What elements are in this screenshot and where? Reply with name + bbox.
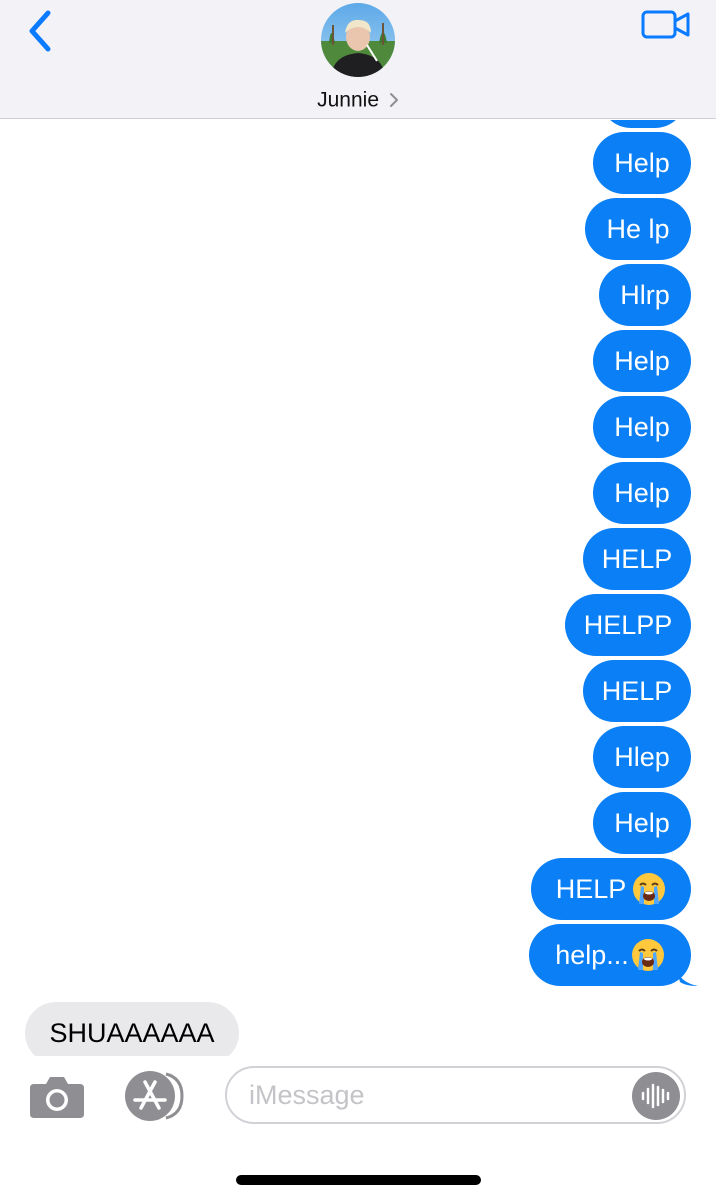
bubble-tail bbox=[676, 966, 698, 986]
message-text: Help bbox=[614, 807, 670, 838]
message-bubble-sent[interactable]: HELP bbox=[531, 858, 691, 920]
message-text: Help bbox=[614, 147, 670, 178]
message-text: Hlrp bbox=[620, 279, 670, 310]
message-bubble-sent[interactable]: HELP bbox=[583, 660, 691, 722]
camera-icon bbox=[30, 1077, 84, 1118]
chevron-right-icon bbox=[389, 93, 398, 108]
message-bubble-sent[interactable]: Help bbox=[593, 396, 691, 458]
message-bubble-received[interactable]: SHUAAAAAA bbox=[25, 1002, 239, 1056]
back-button[interactable] bbox=[18, 6, 62, 56]
message-bubble-sent[interactable]: Help bbox=[593, 462, 691, 524]
message-text: Help bbox=[614, 477, 670, 508]
app-store-button[interactable] bbox=[122, 1070, 188, 1122]
message-text: HELP bbox=[601, 675, 673, 706]
message-bubble-sent[interactable]: HELPP bbox=[565, 594, 691, 656]
audio-waveform-icon bbox=[641, 1083, 670, 1109]
message-text: He lp bbox=[606, 213, 670, 244]
message-bubble-sent[interactable]: Hlep bbox=[593, 726, 691, 788]
audio-message-button[interactable] bbox=[632, 1072, 680, 1120]
message-text: Help bbox=[614, 345, 670, 376]
message-text: Hlep bbox=[614, 741, 670, 772]
message-text: help... bbox=[555, 939, 629, 970]
message-bubble-sent[interactable]: Hlrp bbox=[599, 264, 691, 326]
message-bubble-sent[interactable]: HELP bbox=[583, 528, 691, 590]
contact-name-button[interactable]: Junnie bbox=[0, 88, 716, 112]
contact-name: Junnie bbox=[317, 88, 380, 112]
conversation-header: Junnie bbox=[0, 0, 716, 119]
message-thread[interactable]: Help He lp Hlrp Help Help Help HELP HELP… bbox=[0, 120, 716, 1056]
contact-avatar[interactable] bbox=[321, 3, 395, 77]
message-text: HELP bbox=[555, 873, 627, 904]
message-text: SHUAAAAAA bbox=[49, 1017, 215, 1048]
app-store-icon bbox=[125, 1071, 184, 1121]
message-bubble-sent[interactable]: Help bbox=[593, 792, 691, 854]
message-bubble-sent[interactable]: Help bbox=[593, 132, 691, 194]
loudly-crying-face-emoji-icon bbox=[631, 939, 664, 971]
chevron-left-icon bbox=[29, 10, 51, 52]
message-bubble-sent[interactable]: help... bbox=[529, 924, 691, 986]
home-indicator bbox=[236, 1175, 481, 1185]
facetime-video-button[interactable] bbox=[638, 4, 694, 44]
message-bubble-sent[interactable]: Help bbox=[593, 330, 691, 392]
loudly-crying-face-emoji-icon bbox=[633, 873, 666, 905]
message-bubble-sent[interactable] bbox=[600, 120, 686, 128]
video-camera-icon bbox=[641, 10, 690, 39]
imessage-input[interactable] bbox=[225, 1066, 686, 1124]
message-text: HELP bbox=[601, 543, 673, 574]
message-text: HELPP bbox=[583, 609, 673, 640]
message-text: Help bbox=[614, 411, 670, 442]
message-bubble-sent[interactable]: He lp bbox=[585, 198, 691, 260]
camera-button[interactable] bbox=[28, 1074, 86, 1120]
